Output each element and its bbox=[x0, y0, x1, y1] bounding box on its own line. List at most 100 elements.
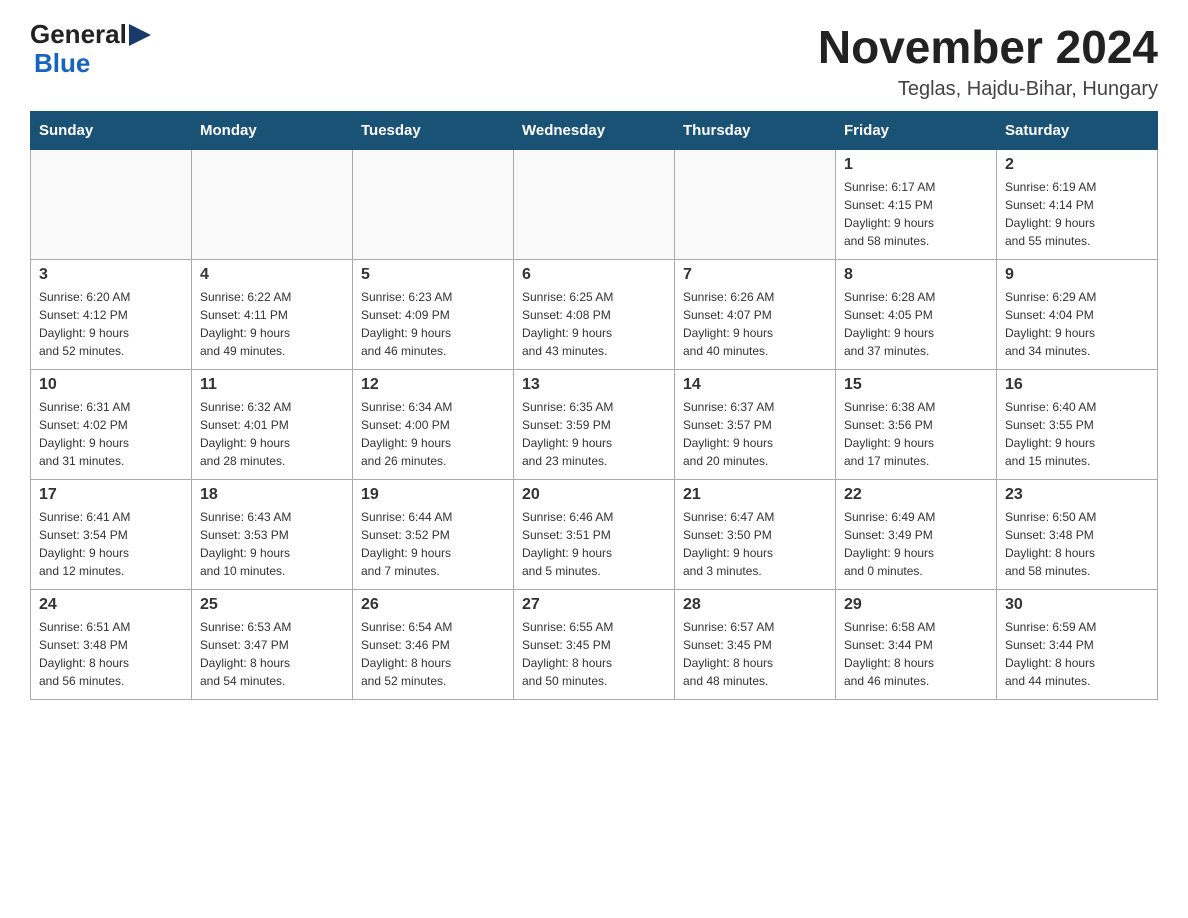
calendar-cell: 17 Sunrise: 6:41 AM Sunset: 3:54 PM Dayli… bbox=[31, 480, 192, 590]
calendar-cell: 25 Sunrise: 6:53 AM Sunset: 3:47 PM Dayli… bbox=[192, 590, 353, 700]
calendar-cell: 4Sunrise: 6:22 AM Sunset: 4:11 PM Daylig… bbox=[192, 260, 353, 370]
logo-blue-text: Blue bbox=[34, 48, 90, 78]
day-info-text: Sunrise: 6:50 AM Sunset: 3:48 PM Dayligh… bbox=[1005, 508, 1149, 580]
day-info-text: Sunrise: 6:58 AM Sunset: 3:44 PM Dayligh… bbox=[844, 618, 988, 690]
day-number: 23 bbox=[1005, 486, 1149, 504]
weekday-header-thursday: Thursday bbox=[675, 112, 836, 150]
calendar-header: SundayMondayTuesdayWednesdayThursdayFrid… bbox=[31, 112, 1158, 150]
day-info-text: Sunrise: 6:41 AM Sunset: 3:54 PM Dayligh… bbox=[39, 508, 183, 580]
day-info-text: Sunrise: 6:31 AM Sunset: 4:02 PM Dayligh… bbox=[39, 398, 183, 470]
calendar-cell: 12Sunrise: 6:34 AM Sunset: 4:00 PM Dayli… bbox=[353, 370, 514, 480]
day-number: 18 bbox=[200, 486, 344, 504]
day-info-text: Sunrise: 6:28 AM Sunset: 4:05 PM Dayligh… bbox=[844, 288, 988, 360]
day-info-text: Sunrise: 6:23 AM Sunset: 4:09 PM Dayligh… bbox=[361, 288, 505, 360]
weekday-header-monday: Monday bbox=[192, 112, 353, 150]
calendar-cell: 18Sunrise: 6:43 AM Sunset: 3:53 PM Dayli… bbox=[192, 480, 353, 590]
calendar-cell: 10 Sunrise: 6:31 AM Sunset: 4:02 PM Dayli… bbox=[31, 370, 192, 480]
day-number: 10 bbox=[39, 376, 183, 394]
day-info-text: Sunrise: 6:53 AM Sunset: 3:47 PM Dayligh… bbox=[200, 618, 344, 690]
day-number: 7 bbox=[683, 266, 827, 284]
calendar-cell: 22 Sunrise: 6:49 AM Sunset: 3:49 PM Dayli… bbox=[836, 480, 997, 590]
logo-general-text: General bbox=[30, 20, 127, 49]
calendar-cell: 5 Sunrise: 6:23 AM Sunset: 4:09 PM Daylig… bbox=[353, 260, 514, 370]
day-info-text: Sunrise: 6:25 AM Sunset: 4:08 PM Dayligh… bbox=[522, 288, 666, 360]
calendar-week-row: 17 Sunrise: 6:41 AM Sunset: 3:54 PM Dayli… bbox=[31, 480, 1158, 590]
day-number: 22 bbox=[844, 486, 988, 504]
calendar-cell: 29Sunrise: 6:58 AM Sunset: 3:44 PM Dayli… bbox=[836, 590, 997, 700]
day-number: 1 bbox=[844, 156, 988, 174]
day-info-text: Sunrise: 6:29 AM Sunset: 4:04 PM Dayligh… bbox=[1005, 288, 1149, 360]
calendar-cell: 21 Sunrise: 6:47 AM Sunset: 3:50 PM Dayli… bbox=[675, 480, 836, 590]
day-info-text: Sunrise: 6:44 AM Sunset: 3:52 PM Dayligh… bbox=[361, 508, 505, 580]
day-number: 30 bbox=[1005, 596, 1149, 614]
title-block: November 2024 Teglas, Hajdu-Bihar, Hunga… bbox=[818, 20, 1158, 101]
calendar-cell: 26Sunrise: 6:54 AM Sunset: 3:46 PM Dayli… bbox=[353, 590, 514, 700]
day-info-text: Sunrise: 6:40 AM Sunset: 3:55 PM Dayligh… bbox=[1005, 398, 1149, 470]
day-number: 21 bbox=[683, 486, 827, 504]
day-number: 6 bbox=[522, 266, 666, 284]
calendar-cell bbox=[192, 150, 353, 260]
calendar-table: SundayMondayTuesdayWednesdayThursdayFrid… bbox=[30, 111, 1158, 700]
day-info-text: Sunrise: 6:46 AM Sunset: 3:51 PM Dayligh… bbox=[522, 508, 666, 580]
logo: General Blue bbox=[30, 20, 151, 77]
calendar-cell: 27Sunrise: 6:55 AM Sunset: 3:45 PM Dayli… bbox=[514, 590, 675, 700]
day-number: 11 bbox=[200, 376, 344, 394]
day-number: 3 bbox=[39, 266, 183, 284]
calendar-cell: 24Sunrise: 6:51 AM Sunset: 3:48 PM Dayli… bbox=[31, 590, 192, 700]
day-info-text: Sunrise: 6:35 AM Sunset: 3:59 PM Dayligh… bbox=[522, 398, 666, 470]
calendar-cell bbox=[31, 150, 192, 260]
day-number: 13 bbox=[522, 376, 666, 394]
day-number: 14 bbox=[683, 376, 827, 394]
day-number: 2 bbox=[1005, 156, 1149, 174]
calendar-cell: 7 Sunrise: 6:26 AM Sunset: 4:07 PM Daylig… bbox=[675, 260, 836, 370]
day-info-text: Sunrise: 6:59 AM Sunset: 3:44 PM Dayligh… bbox=[1005, 618, 1149, 690]
day-number: 25 bbox=[200, 596, 344, 614]
calendar-week-row: 24Sunrise: 6:51 AM Sunset: 3:48 PM Dayli… bbox=[31, 590, 1158, 700]
day-info-text: Sunrise: 6:38 AM Sunset: 3:56 PM Dayligh… bbox=[844, 398, 988, 470]
calendar-cell: 13 Sunrise: 6:35 AM Sunset: 3:59 PM Dayli… bbox=[514, 370, 675, 480]
day-info-text: Sunrise: 6:22 AM Sunset: 4:11 PM Dayligh… bbox=[200, 288, 344, 360]
calendar-cell: 6 Sunrise: 6:25 AM Sunset: 4:08 PM Daylig… bbox=[514, 260, 675, 370]
day-info-text: Sunrise: 6:49 AM Sunset: 3:49 PM Dayligh… bbox=[844, 508, 988, 580]
calendar-week-row: 1 Sunrise: 6:17 AM Sunset: 4:15 PM Daylig… bbox=[31, 150, 1158, 260]
calendar-cell bbox=[353, 150, 514, 260]
day-info-text: Sunrise: 6:20 AM Sunset: 4:12 PM Dayligh… bbox=[39, 288, 183, 360]
calendar-cell: 23 Sunrise: 6:50 AM Sunset: 3:48 PM Dayli… bbox=[997, 480, 1158, 590]
day-number: 27 bbox=[522, 596, 666, 614]
logo-arrow-icon bbox=[129, 24, 151, 46]
calendar-cell: 8 Sunrise: 6:28 AM Sunset: 4:05 PM Daylig… bbox=[836, 260, 997, 370]
day-number: 5 bbox=[361, 266, 505, 284]
day-number: 15 bbox=[844, 376, 988, 394]
day-number: 19 bbox=[361, 486, 505, 504]
calendar-cell bbox=[675, 150, 836, 260]
day-number: 12 bbox=[361, 376, 505, 394]
weekday-header-wednesday: Wednesday bbox=[514, 112, 675, 150]
day-info-text: Sunrise: 6:17 AM Sunset: 4:15 PM Dayligh… bbox=[844, 178, 988, 250]
weekday-header-tuesday: Tuesday bbox=[353, 112, 514, 150]
calendar-cell: 28Sunrise: 6:57 AM Sunset: 3:45 PM Dayli… bbox=[675, 590, 836, 700]
day-number: 24 bbox=[39, 596, 183, 614]
page-header: General Blue November 2024 Teglas, Hajdu… bbox=[30, 20, 1158, 101]
weekday-header-saturday: Saturday bbox=[997, 112, 1158, 150]
weekday-header-friday: Friday bbox=[836, 112, 997, 150]
day-info-text: Sunrise: 6:37 AM Sunset: 3:57 PM Dayligh… bbox=[683, 398, 827, 470]
calendar-cell: 20 Sunrise: 6:46 AM Sunset: 3:51 PM Dayli… bbox=[514, 480, 675, 590]
day-info-text: Sunrise: 6:26 AM Sunset: 4:07 PM Dayligh… bbox=[683, 288, 827, 360]
calendar-cell: 11 Sunrise: 6:32 AM Sunset: 4:01 PM Dayli… bbox=[192, 370, 353, 480]
day-number: 8 bbox=[844, 266, 988, 284]
day-info-text: Sunrise: 6:47 AM Sunset: 3:50 PM Dayligh… bbox=[683, 508, 827, 580]
calendar-cell bbox=[514, 150, 675, 260]
calendar-week-row: 10 Sunrise: 6:31 AM Sunset: 4:02 PM Dayli… bbox=[31, 370, 1158, 480]
day-number: 20 bbox=[522, 486, 666, 504]
calendar-cell: 14 Sunrise: 6:37 AM Sunset: 3:57 PM Dayli… bbox=[675, 370, 836, 480]
day-number: 17 bbox=[39, 486, 183, 504]
day-number: 28 bbox=[683, 596, 827, 614]
calendar-cell: 19 Sunrise: 6:44 AM Sunset: 3:52 PM Dayli… bbox=[353, 480, 514, 590]
day-info-text: Sunrise: 6:32 AM Sunset: 4:01 PM Dayligh… bbox=[200, 398, 344, 470]
location-subtitle: Teglas, Hajdu-Bihar, Hungary bbox=[818, 78, 1158, 101]
calendar-cell: 15 Sunrise: 6:38 AM Sunset: 3:56 PM Dayli… bbox=[836, 370, 997, 480]
calendar-cell: 30 Sunrise: 6:59 AM Sunset: 3:44 PM Dayli… bbox=[997, 590, 1158, 700]
calendar-week-row: 3 Sunrise: 6:20 AM Sunset: 4:12 PM Daylig… bbox=[31, 260, 1158, 370]
day-number: 26 bbox=[361, 596, 505, 614]
calendar-cell: 3 Sunrise: 6:20 AM Sunset: 4:12 PM Daylig… bbox=[31, 260, 192, 370]
